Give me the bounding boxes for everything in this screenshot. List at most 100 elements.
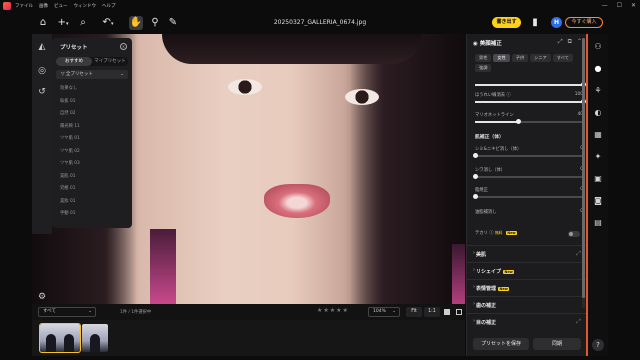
chevron-right-icon: › [473, 267, 475, 273]
slider-knob[interactable] [472, 174, 478, 179]
gender-chips: 男性 女性 子供 シニア すべて 強調 [475, 54, 583, 72]
slider-knob[interactable] [472, 153, 478, 158]
maximize-button[interactable]: ☐ [617, 2, 622, 9]
preset-item[interactable]: 手動 01 [60, 210, 130, 223]
preset-item[interactable]: 究極 01 [60, 185, 130, 198]
preset-item[interactable]: ツヤ肌 03 [60, 160, 130, 173]
slider-label: シワ消し（体） [475, 168, 506, 173]
bodyshape-icon[interactable]: ⚘ [592, 85, 604, 97]
chip-female[interactable]: 女性 [493, 54, 510, 62]
slider-track[interactable] [475, 196, 583, 198]
compare-view-icon[interactable] [456, 309, 462, 315]
section-expression[interactable]: › 表情管理 New [467, 279, 589, 296]
tab-my-presets[interactable]: マイプリセット [92, 57, 128, 66]
slider-row[interactable] [475, 75, 586, 89]
menu-view[interactable]: ビュー [54, 3, 68, 9]
buy-now-button[interactable]: 今すぐ購入 [565, 17, 603, 28]
preset-category-select[interactable]: ▽ 全プリセット ⌄ [56, 70, 128, 79]
section-reshape[interactable]: › リシェイプ New [467, 262, 589, 279]
slider-track[interactable] [475, 176, 583, 178]
slider-row-blemish[interactable]: シミ&ニキビ消し（体） 0 [472, 146, 583, 160]
glare-row[interactable]: テカリ ⓘ 無料 New [475, 230, 583, 244]
scrollbar-thumb[interactable] [582, 38, 585, 298]
face-retouch-icon[interactable]: ● [592, 63, 604, 75]
rating-stars[interactable]: ★★★★★ [317, 307, 349, 314]
group-icon[interactable]: ⚇ [592, 41, 604, 53]
chip-child[interactable]: 子供 [511, 54, 529, 62]
actual-size-button[interactable]: 1:1 [424, 307, 440, 317]
menu-window[interactable]: ウィンドウ [74, 3, 97, 9]
preset-item[interactable]: 美肌 01 [60, 173, 130, 186]
preset-item[interactable]: ツヤ肌 01 [60, 135, 130, 148]
export-button[interactable]: 書き出す [492, 17, 521, 28]
preset-item[interactable]: 垢抜 01 [60, 98, 130, 111]
slider-knob[interactable] [472, 194, 478, 199]
photo-pink-hair-right [452, 244, 465, 304]
fit-button[interactable]: Fit [406, 307, 422, 317]
chip-emphasize[interactable]: 強調 [475, 64, 492, 72]
section-eyes[interactable]: › 目の補正 ⤢ [467, 313, 589, 330]
preset-item[interactable]: 陽光映 11 [60, 123, 130, 136]
menu-file[interactable]: ファイル [15, 3, 33, 9]
preset-item[interactable]: 自然 02 [60, 110, 130, 123]
menu-help[interactable]: ヘルプ [102, 3, 116, 9]
copy-icon[interactable]: ⧉ [568, 38, 572, 46]
preset-icon[interactable]: ◭ [36, 41, 48, 53]
new-badge: New [505, 230, 518, 235]
glare-toggle[interactable] [568, 231, 580, 237]
minimize-button[interactable]: — [602, 2, 608, 9]
undo-icon[interactable]: ↶▾ [98, 16, 118, 30]
slider-label: マリオネットライン [475, 113, 514, 118]
slider-track[interactable] [475, 155, 583, 157]
slider-knob[interactable] [515, 119, 521, 124]
home-icon[interactable]: ⌂ [36, 16, 50, 30]
camera-icon[interactable]: ◙ [592, 195, 604, 207]
slider-row-oil[interactable]: 油脂補消し 0 › [475, 209, 589, 223]
chip-all[interactable]: すべて [552, 54, 573, 62]
tab-recommended[interactable]: おすすめ [56, 57, 92, 66]
chip-male[interactable]: 男性 [475, 54, 492, 62]
hand-tool-icon[interactable]: ✋ [129, 16, 143, 30]
photo-eye-right [345, 89, 379, 105]
close-icon[interactable]: ✕ [120, 43, 127, 50]
gear-icon[interactable]: ⚙ [36, 291, 48, 303]
add-icon[interactable]: +▾ [54, 16, 72, 30]
save-preset-button[interactable]: プリセットを保存 [473, 338, 529, 350]
section-beauty-skin[interactable]: › 美肌 ⤢ [467, 245, 589, 262]
slider-row-wrinkle[interactable]: シワ消し（体） 0 [472, 167, 583, 181]
slider-row-marionette[interactable]: マリオネットライン 40 [475, 112, 583, 126]
close-window-button[interactable]: ✕ [631, 2, 636, 9]
section-teeth[interactable]: › 歯の補正 [467, 296, 589, 313]
sync-button[interactable]: 同期 [533, 338, 581, 350]
circle-settings-icon[interactable]: ◎ [36, 65, 48, 77]
gallery-icon[interactable]: ▤ [592, 217, 604, 229]
sparkle-icon[interactable]: ✦ [592, 151, 604, 163]
grid-icon[interactable]: ▦ [592, 129, 604, 141]
zoom-select[interactable]: 104% ⌄ [368, 307, 400, 317]
search-icon[interactable]: ⌕ [76, 16, 90, 30]
eraser-tool-icon[interactable]: ✎ [166, 16, 180, 30]
help-icon[interactable]: ? [592, 339, 604, 351]
adjust-icon[interactable]: ◐ [592, 107, 604, 119]
chip-senior[interactable]: シニア [530, 54, 551, 62]
history-icon[interactable]: ↺ [36, 86, 48, 98]
reset-icon[interactable]: ⤢ [558, 38, 563, 46]
single-view-icon[interactable] [444, 309, 450, 315]
scrollbar[interactable] [582, 38, 585, 308]
stamp-tool-icon[interactable]: ⚲ [148, 16, 162, 30]
menu-image[interactable]: 画像 [39, 3, 48, 9]
filter-select[interactable]: すべて ⌄ [38, 307, 96, 317]
slider-row-fat[interactable]: 脂焼正 0 [472, 187, 583, 201]
preset-panel: プリセット ✕ おすすめ マイプリセット ▽ 全プリセット ⌄ 効果なし 垢抜 … [52, 38, 132, 228]
thumbnail[interactable] [82, 324, 108, 352]
background-icon[interactable]: ▣ [592, 173, 604, 185]
preset-item[interactable]: ツヤ肌 02 [60, 148, 130, 161]
slider-row-nasolabial[interactable]: ほうれい線消去 ⓘ 100 [475, 92, 586, 106]
preset-item[interactable]: 効果なし [60, 85, 130, 98]
sidebar-toggle-icon[interactable]: ▮ [528, 16, 542, 30]
section-label: 表情管理 [476, 286, 497, 292]
free-badge: 無料 [494, 230, 503, 235]
preset-item[interactable]: 美妝 01 [60, 198, 130, 211]
user-avatar[interactable]: H [551, 17, 562, 28]
thumbnail-selected[interactable] [39, 323, 81, 353]
